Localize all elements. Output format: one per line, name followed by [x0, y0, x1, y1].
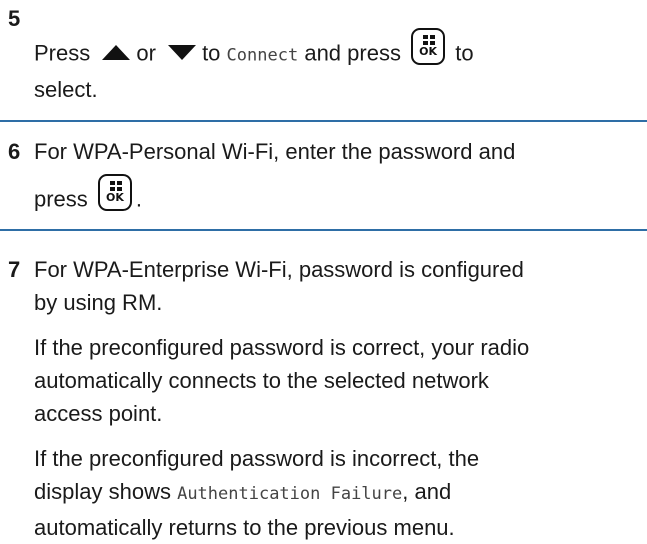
menu-item-name: Connect: [226, 45, 299, 66]
step-line: access point.: [34, 401, 163, 426]
step-line: If the preconfigured password is correct…: [34, 335, 530, 360]
step-line: Press or to Connect and press OK to: [34, 28, 639, 73]
step-text: to: [202, 40, 221, 66]
menu-grid-icon: [423, 35, 436, 45]
step-line: If the preconfigured password is incorre…: [34, 446, 480, 471]
up-arrow-icon: [102, 45, 131, 60]
step-text: , and: [402, 479, 452, 504]
step-7: 7 For WPA-Enterprise Wi-Fi, password is …: [0, 231, 647, 540]
step-text: to: [455, 40, 474, 66]
step-body: Press or to Connect and press OK to sele…: [34, 28, 639, 106]
menu-ok-key-icon: OK: [97, 174, 132, 211]
step-6: 6 For WPA-Personal Wi-Fi, enter the pass…: [0, 122, 647, 229]
step-number: 7: [8, 257, 21, 282]
step-line: automatically returns to the previous me…: [34, 515, 455, 540]
step-number: 5: [8, 6, 21, 31]
step-number: 6: [8, 139, 21, 164]
step-line: display shows Authentication Failure, an…: [34, 475, 639, 511]
step-text: or: [136, 40, 156, 66]
step-text: Press: [34, 40, 91, 66]
step-line: select.: [34, 77, 98, 102]
ok-key-label: OK: [419, 45, 438, 58]
display-message: Authentication Failure: [177, 484, 403, 504]
step-text: display shows: [34, 479, 171, 504]
step-line: press OK .: [34, 174, 639, 219]
step-text: press: [34, 186, 88, 212]
ok-key-label: OK: [105, 191, 124, 204]
step-body: For WPA-Enterprise Wi-Fi, password is co…: [34, 253, 639, 544]
step-line: For WPA-Enterprise Wi-Fi, password is co…: [34, 257, 524, 282]
menu-grid-icon: [109, 181, 122, 191]
step-text: .: [135, 186, 143, 212]
step-line: by using RM.: [34, 290, 163, 315]
down-arrow-icon: [168, 45, 197, 60]
step-text: and press: [304, 40, 401, 66]
menu-ok-key-icon: OK: [411, 28, 446, 65]
step-5: 5 Press or to Connect and press OK to se…: [0, 0, 647, 120]
step-body: For WPA-Personal Wi-Fi, enter the passwo…: [34, 135, 639, 219]
step-line: automatically connects to the selected n…: [34, 368, 489, 393]
step-line: For WPA-Personal Wi-Fi, enter the passwo…: [34, 139, 516, 164]
